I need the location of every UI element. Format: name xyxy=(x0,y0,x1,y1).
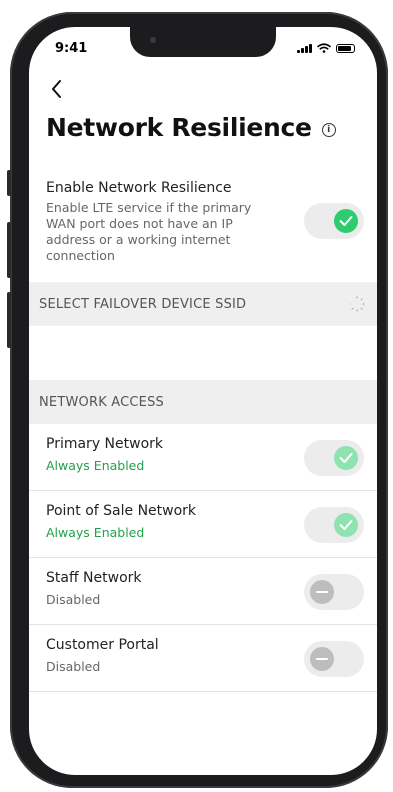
network-name: Staff Network xyxy=(46,570,142,586)
network-row-staff: Staff Network Disabled xyxy=(29,558,377,625)
network-status: Always Enabled xyxy=(46,525,145,540)
resilience-setting: Enable Network Resilience Enable LTE ser… xyxy=(46,180,266,264)
minus-icon xyxy=(316,591,328,593)
point-of-sale-network-toggle[interactable] xyxy=(304,507,364,543)
volume-up-button xyxy=(7,222,11,278)
failover-section-header: SELECT FAILOVER DEVICE SSID xyxy=(29,282,377,326)
resilience-label: Enable Network Resilience xyxy=(46,180,232,196)
check-icon xyxy=(339,216,353,226)
app-screen: 9:41 Network Resilience i Enable Network… xyxy=(29,27,377,775)
network-status: Disabled xyxy=(46,592,101,607)
network-row-primary: Primary Network Always Enabled xyxy=(29,424,377,491)
chevron-left-icon xyxy=(52,80,61,98)
network-status: Always Enabled xyxy=(46,458,145,473)
volume-down-button xyxy=(7,292,11,348)
network-name: Primary Network xyxy=(46,436,164,452)
staff-network-toggle[interactable] xyxy=(304,574,364,610)
back-button[interactable] xyxy=(45,77,69,101)
title-row: Network Resilience i xyxy=(46,113,336,142)
info-icon[interactable]: i xyxy=(321,122,336,137)
notch xyxy=(130,27,276,57)
loading-spinner-icon xyxy=(349,296,365,312)
camera-icon xyxy=(150,37,156,43)
network-status: Disabled xyxy=(46,659,101,674)
wifi-icon xyxy=(317,43,331,53)
network-name: Customer Portal xyxy=(46,637,159,653)
toggle-knob xyxy=(310,580,334,604)
toggle-knob xyxy=(310,647,334,671)
toggle-knob xyxy=(334,446,358,470)
resilience-description: Enable LTE service if the primary WAN po… xyxy=(46,200,252,263)
row-divider xyxy=(29,691,377,692)
cellular-signal-icon xyxy=(297,43,312,53)
status-icons xyxy=(297,43,355,53)
network-access-header-label: NETWORK ACCESS xyxy=(39,394,164,410)
network-row-customer-portal: Customer Portal Disabled xyxy=(29,625,377,692)
minus-icon xyxy=(316,658,328,660)
customer-portal-toggle[interactable] xyxy=(304,641,364,677)
battery-icon xyxy=(336,43,355,53)
silent-switch xyxy=(7,170,11,196)
failover-header-label: SELECT FAILOVER DEVICE SSID xyxy=(39,296,247,312)
page-title: Network Resilience xyxy=(46,113,312,142)
status-time: 9:41 xyxy=(55,41,88,56)
check-icon xyxy=(339,520,353,530)
check-icon xyxy=(339,453,353,463)
network-access-section-header: NETWORK ACCESS xyxy=(29,380,377,424)
toggle-knob xyxy=(334,209,358,233)
network-row-point-of-sale: Point of Sale Network Always Enabled xyxy=(29,491,377,558)
resilience-toggle[interactable] xyxy=(304,203,364,239)
network-name: Point of Sale Network xyxy=(46,503,197,519)
toggle-knob xyxy=(334,513,358,537)
primary-network-toggle[interactable] xyxy=(304,440,364,476)
